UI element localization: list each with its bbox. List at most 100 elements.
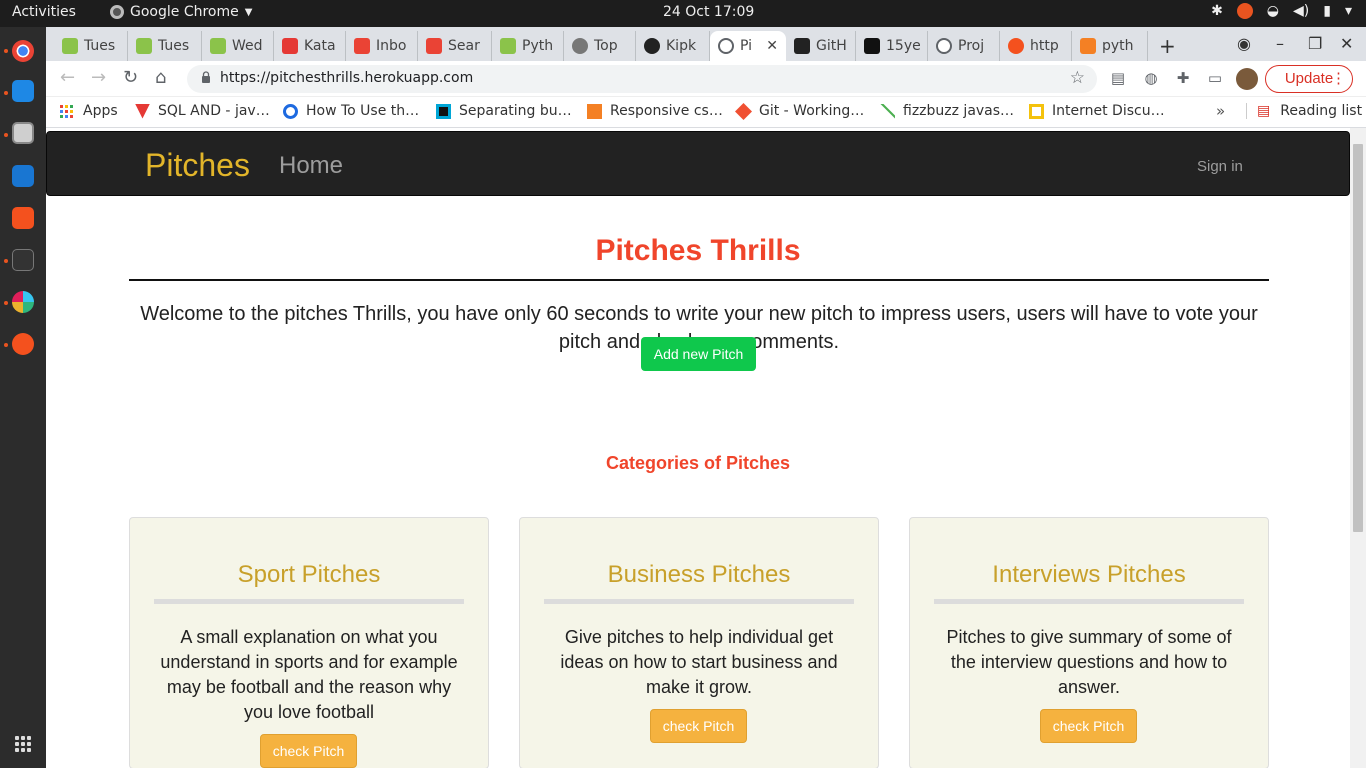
cast-icon[interactable]: ▭ — [1206, 69, 1224, 87]
tab[interactable]: Sear — [418, 31, 492, 61]
app-menu[interactable]: Google Chrome ▼ — [110, 4, 252, 20]
clock[interactable]: 24 Oct 17:09 — [663, 4, 754, 20]
tray-app-icon[interactable] — [1236, 3, 1253, 19]
check-pitch-button[interactable]: check Pitch — [1040, 709, 1137, 743]
nav-signin-link[interactable]: Sign in — [1197, 158, 1243, 175]
bookmark-favicon-icon — [735, 102, 752, 120]
slack-dock-icon[interactable] — [12, 291, 34, 313]
scrollbar-thumb[interactable] — [1353, 144, 1363, 532]
card-divider — [154, 599, 464, 604]
tab-active[interactable]: Pi ✕ — [710, 31, 786, 61]
tab-label: Top — [594, 38, 618, 54]
extension-icon[interactable]: ◍ — [1142, 69, 1160, 87]
postman-dock-icon[interactable] — [12, 333, 34, 355]
site-brand[interactable]: Pitches — [145, 147, 250, 184]
reading-list-button[interactable]: ▤ Reading list — [1246, 103, 1362, 119]
puzzle-icon[interactable]: ✚ — [1174, 69, 1192, 87]
vscode-dock-icon[interactable] — [12, 80, 34, 102]
card-title: Business Pitches — [607, 561, 791, 588]
close-tab-icon[interactable]: ✕ — [766, 38, 778, 54]
tab[interactable]: Pyth — [492, 31, 564, 61]
bookmarks-overflow-icon[interactable]: » — [1216, 102, 1225, 120]
bookmark-label: Separating bu… — [459, 103, 572, 119]
bookmark-favicon-icon — [135, 103, 150, 119]
categories-heading: Categories of Pitches — [605, 453, 791, 473]
tab[interactable]: http — [1000, 31, 1072, 61]
new-tab-button[interactable]: + — [1159, 34, 1176, 58]
chrome-dock-icon[interactable] — [12, 40, 34, 62]
nav-home-link[interactable]: Home — [279, 152, 343, 180]
tab-label: 15ye — [886, 38, 921, 54]
battery-icon[interactable]: ▮ — [1323, 3, 1331, 19]
power-menu-icon[interactable]: ▾ — [1345, 3, 1352, 19]
update-button[interactable]: Update ⋮ — [1265, 65, 1353, 93]
home-icon[interactable]: ⌂ — [155, 67, 166, 88]
dock-running-indicator — [4, 133, 8, 137]
tab-label: Pyth — [522, 38, 554, 54]
tab-label: Sear — [448, 38, 480, 54]
tab[interactable]: Tues — [54, 31, 128, 61]
minimize-icon[interactable]: – — [1276, 34, 1284, 53]
extension-icon[interactable]: ▤ — [1109, 69, 1127, 87]
add-new-pitch-button[interactable]: Add new Pitch — [641, 337, 756, 371]
bookmark-favicon-icon — [283, 103, 298, 119]
back-icon[interactable]: ← — [60, 67, 75, 88]
tab-label: Proj — [958, 38, 985, 54]
slack-tray-icon[interactable]: ✱ — [1211, 3, 1223, 19]
tab[interactable]: Kata — [274, 31, 346, 61]
check-pitch-button[interactable]: check Pitch — [260, 734, 357, 768]
writer-dock-icon[interactable] — [12, 165, 34, 187]
bookmark-apps[interactable]: Apps — [60, 103, 118, 119]
bookmark-item[interactable]: How To Use th… — [283, 103, 419, 119]
address-bar[interactable]: https://pitchesthrills.herokuapp.com ☆ — [187, 65, 1097, 93]
page-scrollbar[interactable] — [1350, 128, 1366, 768]
volume-icon[interactable]: ◀) — [1293, 3, 1309, 19]
wifi-icon[interactable]: ◒ — [1267, 3, 1279, 19]
files-dock-icon[interactable] — [12, 122, 34, 144]
reload-icon[interactable]: ↻ — [123, 67, 138, 88]
bookmark-item[interactable]: SQL AND - jav… — [135, 103, 270, 119]
card-text: A small explanation on what you understa… — [160, 627, 458, 722]
w-icon — [864, 38, 880, 54]
system-tray[interactable]: ✱ ◒ ◀) ▮ ▾ — [1211, 3, 1352, 19]
bookmark-item[interactable]: Separating bu… — [436, 103, 572, 119]
forward-icon[interactable]: → — [91, 67, 106, 88]
dock-running-indicator — [4, 49, 8, 53]
tab-search-icon[interactable]: ◉ — [1237, 34, 1251, 53]
tab[interactable]: Top — [564, 31, 636, 61]
tab-label: Wed — [232, 38, 263, 54]
angular-icon — [794, 38, 810, 54]
bookmark-item[interactable]: Responsive cs… — [587, 103, 723, 119]
tab-label: Kipk — [666, 38, 697, 54]
tab[interactable]: Tues — [128, 31, 202, 61]
bookmark-item[interactable]: Git - Working… — [735, 102, 864, 120]
category-card-sport: Sport Pitches A small explanation on wha… — [129, 517, 489, 768]
tab[interactable]: Proj — [928, 31, 1000, 61]
show-apps-icon[interactable] — [15, 736, 31, 752]
tab[interactable]: pyth — [1072, 31, 1148, 61]
bookmark-label: How To Use th… — [306, 103, 420, 119]
maximize-icon[interactable]: ❐ — [1308, 34, 1322, 53]
bookmark-item[interactable]: fizzbuzz javas… — [880, 103, 1014, 119]
check-pitch-button[interactable]: check Pitch — [650, 709, 747, 743]
tab[interactable]: GitH — [786, 31, 856, 61]
close-window-icon[interactable]: ✕ — [1340, 34, 1353, 53]
app-menu-label: Google Chrome — [130, 4, 239, 20]
terminal-dock-icon[interactable] — [12, 249, 34, 271]
more-menu-icon: ⋮ — [1331, 70, 1346, 87]
tab-favicon-icon — [136, 38, 152, 54]
bookmark-star-icon[interactable]: ☆ — [1070, 68, 1085, 88]
card-text: Pitches to give summary of some of the i… — [946, 627, 1232, 697]
bookmark-item[interactable]: Internet Discu… — [1029, 103, 1165, 119]
activities-button[interactable]: Activities — [12, 4, 76, 20]
tab[interactable]: Kipk — [636, 31, 710, 61]
bookmark-label: Apps — [83, 103, 118, 119]
software-center-dock-icon[interactable] — [12, 207, 34, 229]
reading-list-label: Reading list — [1280, 103, 1363, 119]
tab[interactable]: 15ye — [856, 31, 928, 61]
postman-icon — [1008, 38, 1024, 54]
tab[interactable]: Wed — [202, 31, 274, 61]
tab[interactable]: Inbo — [346, 31, 418, 61]
globe-icon — [718, 38, 734, 54]
profile-avatar[interactable] — [1236, 68, 1258, 90]
